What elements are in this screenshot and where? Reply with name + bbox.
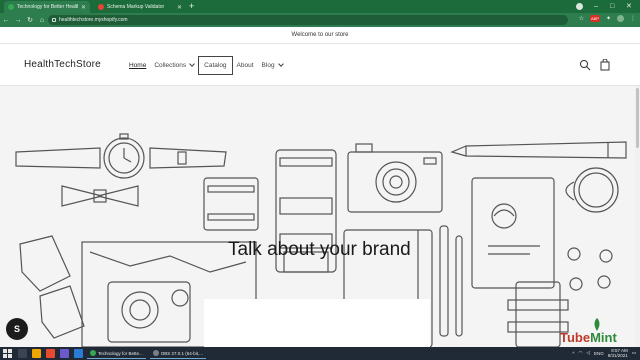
vscode-icon[interactable] bbox=[74, 349, 83, 358]
menu-dots-icon[interactable]: ⋮ bbox=[630, 15, 636, 22]
clock[interactable]: 8:57 AM 8/31/2021 bbox=[608, 348, 628, 358]
search-icon[interactable] bbox=[579, 59, 591, 71]
menu-item-blog[interactable]: Blog bbox=[258, 55, 287, 75]
main-menu: Home Collections Catalog About Blog bbox=[125, 44, 287, 86]
minimize-button[interactable]: – bbox=[594, 1, 598, 12]
cart-icon[interactable] bbox=[599, 59, 611, 71]
profile-indicator-icon[interactable] bbox=[576, 3, 583, 10]
glasses-illustration bbox=[19, 235, 85, 339]
url-text: healthtechstore.myshopify.com bbox=[59, 17, 128, 23]
favicon-icon bbox=[98, 4, 104, 10]
close-tab-icon[interactable]: ✕ bbox=[81, 4, 86, 11]
menu-label: Catalog bbox=[204, 61, 227, 69]
tab-title: Schema Markup Validator bbox=[107, 4, 165, 10]
taskbar-app-label: Technology for Bette... bbox=[98, 350, 143, 356]
taskbar-app-browser[interactable]: Technology for Bette... bbox=[87, 348, 146, 359]
scrollbar-thumb[interactable] bbox=[636, 88, 639, 148]
tray-chevron-icon[interactable]: ^ bbox=[572, 351, 574, 356]
hero-banner bbox=[0, 86, 640, 347]
pencil-illustration bbox=[450, 141, 627, 159]
store-logo[interactable]: HealthTechStore bbox=[24, 59, 101, 70]
lens-illustration bbox=[203, 177, 259, 231]
taskbar-app-label: OBS 27.0.1 (64-bit,... bbox=[160, 350, 204, 356]
watermark-logo: TubeMint bbox=[560, 330, 617, 345]
camera-illustration bbox=[347, 143, 443, 213]
home-button[interactable]: ⌂ bbox=[36, 17, 48, 24]
adblock-extension-icon[interactable]: ABP bbox=[589, 15, 600, 22]
system-tray: ^ ◠ ◁ ENG 8:57 AM 8/31/2021 ▭ bbox=[572, 348, 636, 358]
volume-icon[interactable]: ◁ bbox=[586, 350, 589, 356]
close-tab-icon[interactable]: ✕ bbox=[177, 4, 182, 11]
network-icon[interactable]: ◠ bbox=[579, 350, 583, 356]
browser-tab-strip: Technology for Better Health | Hea ✕ Sch… bbox=[0, 0, 640, 13]
close-window-button[interactable]: ✕ bbox=[626, 1, 632, 12]
menu-item-catalog[interactable]: Catalog bbox=[198, 55, 233, 75]
clock-date: 8/31/2021 bbox=[607, 353, 628, 358]
mug-illustration bbox=[565, 167, 619, 213]
star-icon[interactable]: ☆ bbox=[579, 15, 584, 22]
chevron-down-icon bbox=[277, 61, 284, 67]
menu-item-about[interactable]: About bbox=[233, 55, 258, 75]
new-tab-button[interactable]: + bbox=[189, 1, 194, 12]
watermark-part2: Mint bbox=[590, 330, 617, 345]
shopify-bag-icon[interactable]: S bbox=[6, 318, 28, 340]
language-indicator[interactable]: ENG bbox=[594, 351, 604, 356]
app-icon[interactable] bbox=[60, 349, 69, 358]
back-button[interactable]: ← bbox=[0, 17, 12, 24]
app-icon[interactable] bbox=[46, 349, 55, 358]
search-taskbar-icon[interactable] bbox=[18, 349, 27, 358]
obs-icon bbox=[152, 350, 159, 356]
passport-illustration bbox=[471, 177, 555, 289]
favicon-icon bbox=[8, 4, 14, 10]
browser-tab-active[interactable]: Technology for Better Health | Hea ✕ bbox=[4, 1, 90, 13]
puzzle-icon[interactable]: ✦ bbox=[606, 15, 611, 22]
bowtie-illustration bbox=[61, 185, 139, 207]
hero-title: Talk about your brand bbox=[228, 239, 411, 260]
forward-button[interactable]: → bbox=[12, 17, 24, 24]
watermark-part1: Tube bbox=[560, 330, 591, 345]
chrome-icon bbox=[90, 350, 96, 356]
menu-label: Home bbox=[129, 61, 147, 69]
menu-label: Collections bbox=[154, 61, 187, 69]
chevron-down-icon bbox=[189, 61, 195, 67]
maximize-button[interactable]: □ bbox=[610, 1, 614, 12]
extension-area: ☆ ABP ✦ ⋮ bbox=[579, 15, 636, 22]
file-explorer-icon[interactable] bbox=[32, 349, 41, 358]
buttons-illustration bbox=[567, 247, 613, 291]
browser-toolbar: ← → ↻ ⌂ healthtechstore.myshopify.com ☆ … bbox=[0, 13, 640, 27]
menu-item-home[interactable]: Home bbox=[125, 55, 150, 75]
taskbar-app-obs[interactable]: OBS 27.0.1 (64-bit,... bbox=[149, 348, 207, 359]
tab-title: Technology for Better Health | Hea bbox=[17, 4, 78, 10]
menu-label: About bbox=[236, 61, 254, 69]
announcement-bar: Welcome to our store bbox=[0, 27, 640, 44]
pen-illustration bbox=[439, 225, 463, 337]
store-header: HealthTechStore Home Collections Catalog… bbox=[0, 44, 640, 86]
windows-start-icon[interactable] bbox=[3, 349, 13, 358]
notification-icon[interactable]: ▭ bbox=[632, 350, 636, 356]
lock-icon bbox=[52, 18, 56, 22]
menu-item-collections[interactable]: Collections bbox=[150, 55, 198, 75]
browser-tab[interactable]: Schema Markup Validator ✕ bbox=[94, 1, 186, 13]
avatar[interactable] bbox=[617, 15, 624, 22]
reload-button[interactable]: ↻ bbox=[24, 16, 36, 24]
hero-text-card bbox=[204, 299, 430, 347]
windows-taskbar: Technology for Bette... OBS 27.0.1 (64-b… bbox=[0, 347, 640, 360]
lens-stack-illustration bbox=[507, 281, 569, 347]
address-bar[interactable]: healthtechstore.myshopify.com bbox=[48, 15, 568, 25]
menu-label: Blog bbox=[261, 61, 275, 69]
watch-illustration bbox=[15, 133, 227, 179]
